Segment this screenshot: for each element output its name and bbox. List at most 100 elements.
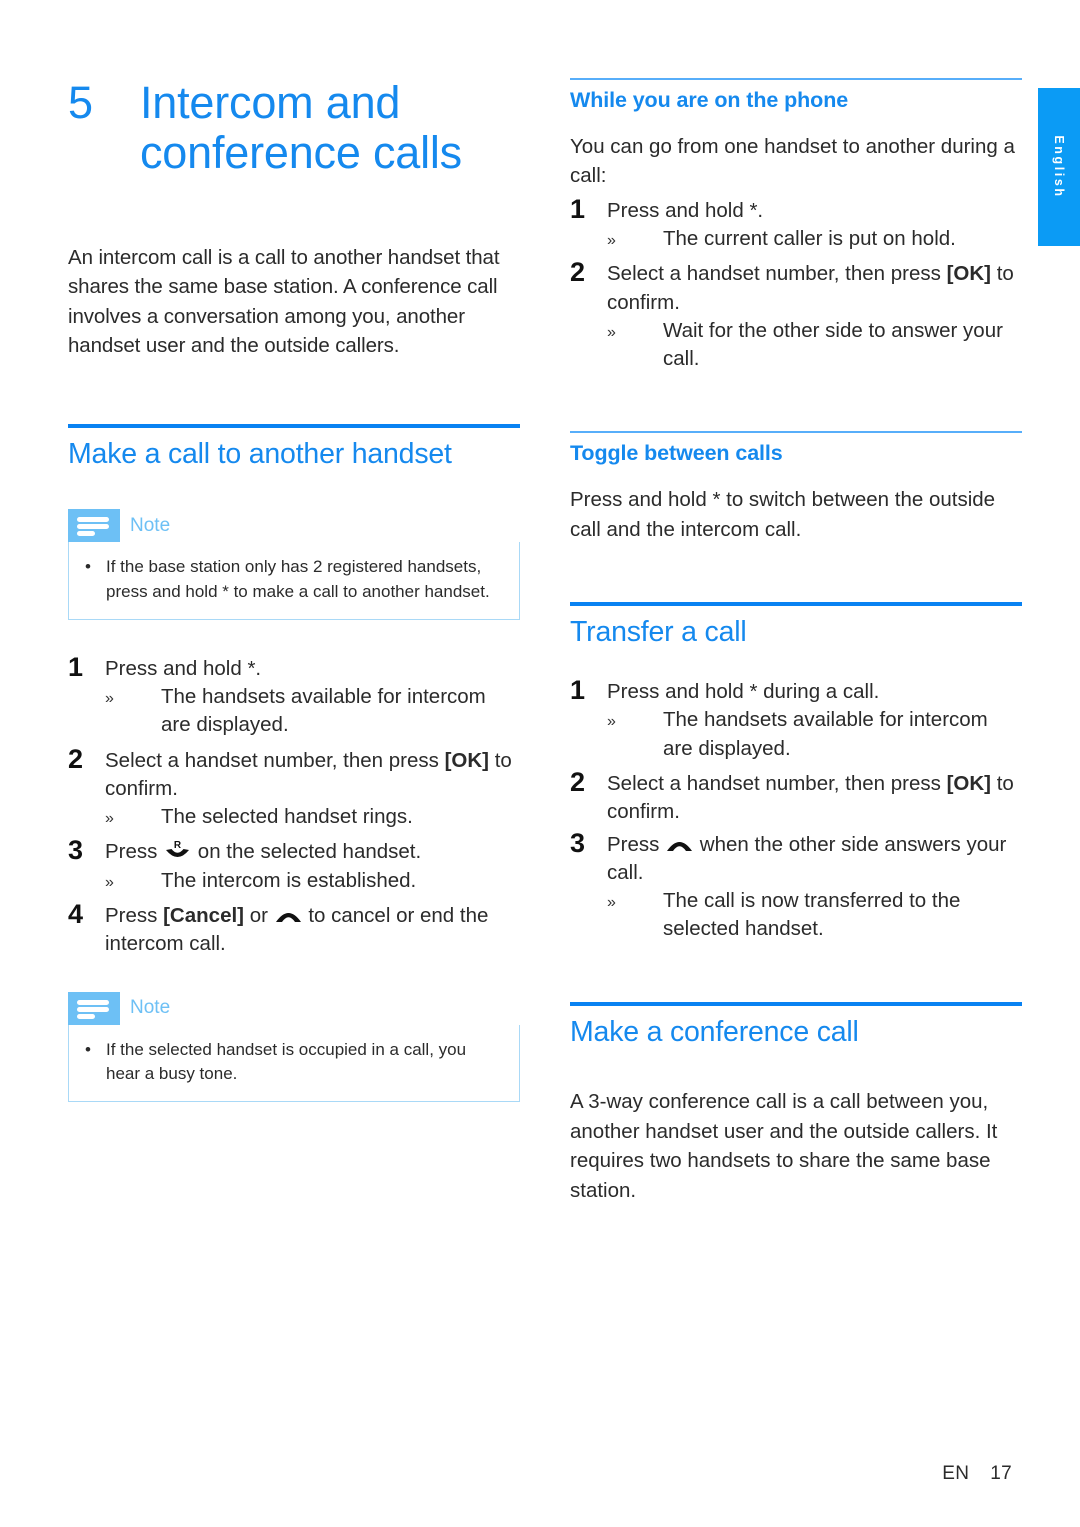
step-result: » The current caller is put on hold. [607, 225, 1022, 253]
step-item: 1 Press and hold *. » The handsets avail… [68, 651, 520, 740]
step-item: 3 Press R on the selected handset. » The… [68, 836, 520, 895]
subsection-heading: While you are on the phone [570, 88, 849, 112]
step-result-text: The handsets available for intercom are … [161, 685, 486, 737]
section-heading: Make a conference call [570, 1015, 859, 1048]
step-text-before: Press [105, 840, 164, 864]
step-number: 1 [570, 193, 586, 224]
right-column: While you are on the phone You can go fr… [570, 78, 1022, 1205]
note-list-item: • If the base station only has 2 registe… [85, 555, 503, 603]
footer-page-number: 17 [990, 1463, 1012, 1484]
step-text-before: Press [607, 832, 666, 856]
step-item: 2 Select a handset number, then press [O… [68, 743, 520, 832]
subsection-body: Press and hold * to switch between the o… [570, 488, 996, 541]
section-heading: Make a call to another handset [68, 437, 452, 470]
step-text-before: Select a handset number, then press [105, 748, 445, 772]
step-result: » The handsets available for intercom ar… [607, 706, 1022, 763]
page-footer: EN 17 [942, 1463, 1012, 1485]
result-arrow-icon: » [105, 690, 114, 707]
step-text-before: Select a handset number, then press [607, 771, 947, 795]
step-result-text: The intercom is established. [161, 868, 417, 892]
key-label-ok: [OK] [946, 771, 992, 795]
chapter-title-text: Intercom and conference calls [140, 77, 462, 179]
step-text: Press R on the selected handset. [105, 838, 520, 866]
chapter-intro: An intercom call is a call to another ha… [68, 245, 500, 358]
step-result: » The handsets available for intercom ar… [105, 683, 520, 740]
step-number: 3 [570, 827, 586, 858]
step-text: Select a handset number, then press [OK]… [105, 747, 520, 804]
section-make-a-conference-call: Make a conference call [570, 1001, 1022, 1051]
step-number: 2 [68, 743, 84, 774]
step-result-text: Wait for the other side to answer your c… [663, 319, 1003, 371]
result-arrow-icon: » [607, 894, 616, 912]
step-number: 2 [570, 766, 586, 797]
step-text-before: Press [105, 903, 164, 927]
result-arrow-icon: » [105, 873, 114, 891]
left-column: 5 Intercom and conference calls An inter… [68, 77, 520, 1102]
step-result-text: The selected handset rings. [161, 805, 413, 829]
step-number: 3 [68, 835, 84, 866]
step-text: Press and hold *. [607, 198, 764, 222]
step-number: 1 [68, 651, 84, 682]
key-label-ok: [OK] [946, 262, 992, 286]
step-result: » The selected handset rings. [105, 803, 520, 831]
note-body: • If the base station only has 2 registe… [68, 542, 520, 620]
subsection-heading: Toggle between calls [570, 440, 783, 465]
bullet-marker: • [85, 557, 91, 577]
key-label-cancel: [Cancel] [163, 903, 244, 927]
bullet-marker: • [85, 1039, 91, 1059]
note-header: Note [68, 509, 520, 543]
step-result-text: The handsets available for intercom are … [663, 708, 988, 760]
note-icon [68, 509, 120, 543]
result-arrow-icon: » [607, 713, 616, 731]
svg-text:R: R [174, 840, 182, 851]
note-label: Note [130, 997, 171, 1019]
note-box-registered-handsets: Note • If the base station only has 2 re… [68, 509, 520, 620]
subsection-toggle-between-calls: Toggle between calls [570, 430, 1022, 467]
section-transfer-a-call: Transfer a call [570, 601, 1022, 651]
note-icon [68, 991, 120, 1025]
step-item: 3 Press when the other side answers your… [570, 827, 1022, 944]
chapter-title: 5 Intercom and conference calls [68, 77, 520, 179]
step-number: 1 [570, 675, 586, 706]
note-item-text: If the base station only has 2 registere… [106, 557, 490, 601]
language-tab-label: English [1052, 135, 1066, 199]
note-label: Note [130, 514, 171, 536]
step-text: Press when the other side answers your c… [607, 831, 1022, 888]
language-tab: English [1038, 88, 1080, 246]
step-item: 1 Press and hold *. » The current caller… [570, 193, 1022, 254]
step-result: » The intercom is established. [105, 867, 520, 895]
step-text-before: Select a handset number, then press [607, 262, 947, 286]
step-text: Select a handset number, then press [OK]… [607, 770, 1022, 827]
manual-page: English 5 Intercom and conference calls … [0, 0, 1080, 1527]
step-result-text: The call is now transferred to the selec… [663, 889, 961, 941]
step-result: » The call is now transferred to the sel… [607, 887, 1022, 944]
step-number: 4 [68, 898, 84, 929]
section-make-a-call: Make a call to another handset [68, 423, 520, 473]
result-arrow-icon: » [607, 232, 616, 250]
step-item: 2 Select a handset number, then press [O… [570, 766, 1022, 827]
subsection-intro: You can go from one handset to another d… [570, 134, 1015, 188]
step-result: » Wait for the other side to answer your… [607, 317, 1022, 374]
step-text: Press and hold *. [105, 656, 262, 680]
note-box-busy-tone: Note • If the selected handset is occupi… [68, 991, 520, 1102]
step-number: 2 [570, 257, 586, 288]
subsection-while-on-phone: While you are on the phone [570, 78, 1022, 114]
step-text: Select a handset number, then press [OK]… [607, 260, 1022, 317]
step-text: Press [Cancel] or to cancel or end the i… [105, 902, 520, 959]
result-arrow-icon: » [607, 324, 616, 342]
note-item-text: If the selected handset is occupied in a… [106, 1039, 467, 1083]
chapter-number: 5 [68, 77, 93, 128]
hangup-icon [274, 907, 303, 923]
result-arrow-icon: » [105, 810, 114, 828]
section-heading: Transfer a call [570, 615, 747, 648]
step-text-after: on the selected handset. [192, 840, 422, 864]
recall-key-icon: R [163, 839, 192, 861]
step-item: 4 Press [Cancel] or to cancel or end the… [68, 898, 520, 959]
step-text-middle: or [244, 903, 274, 927]
section-body: A 3-way conference call is a call betwee… [570, 1090, 998, 1202]
step-text: Press and hold * during a call. [607, 680, 880, 704]
key-label-ok: [OK] [444, 748, 490, 772]
hangup-icon [665, 836, 694, 852]
step-item: 1 Press and hold * during a call. » The … [570, 676, 1022, 763]
step-result-text: The current caller is put on hold. [663, 227, 956, 251]
